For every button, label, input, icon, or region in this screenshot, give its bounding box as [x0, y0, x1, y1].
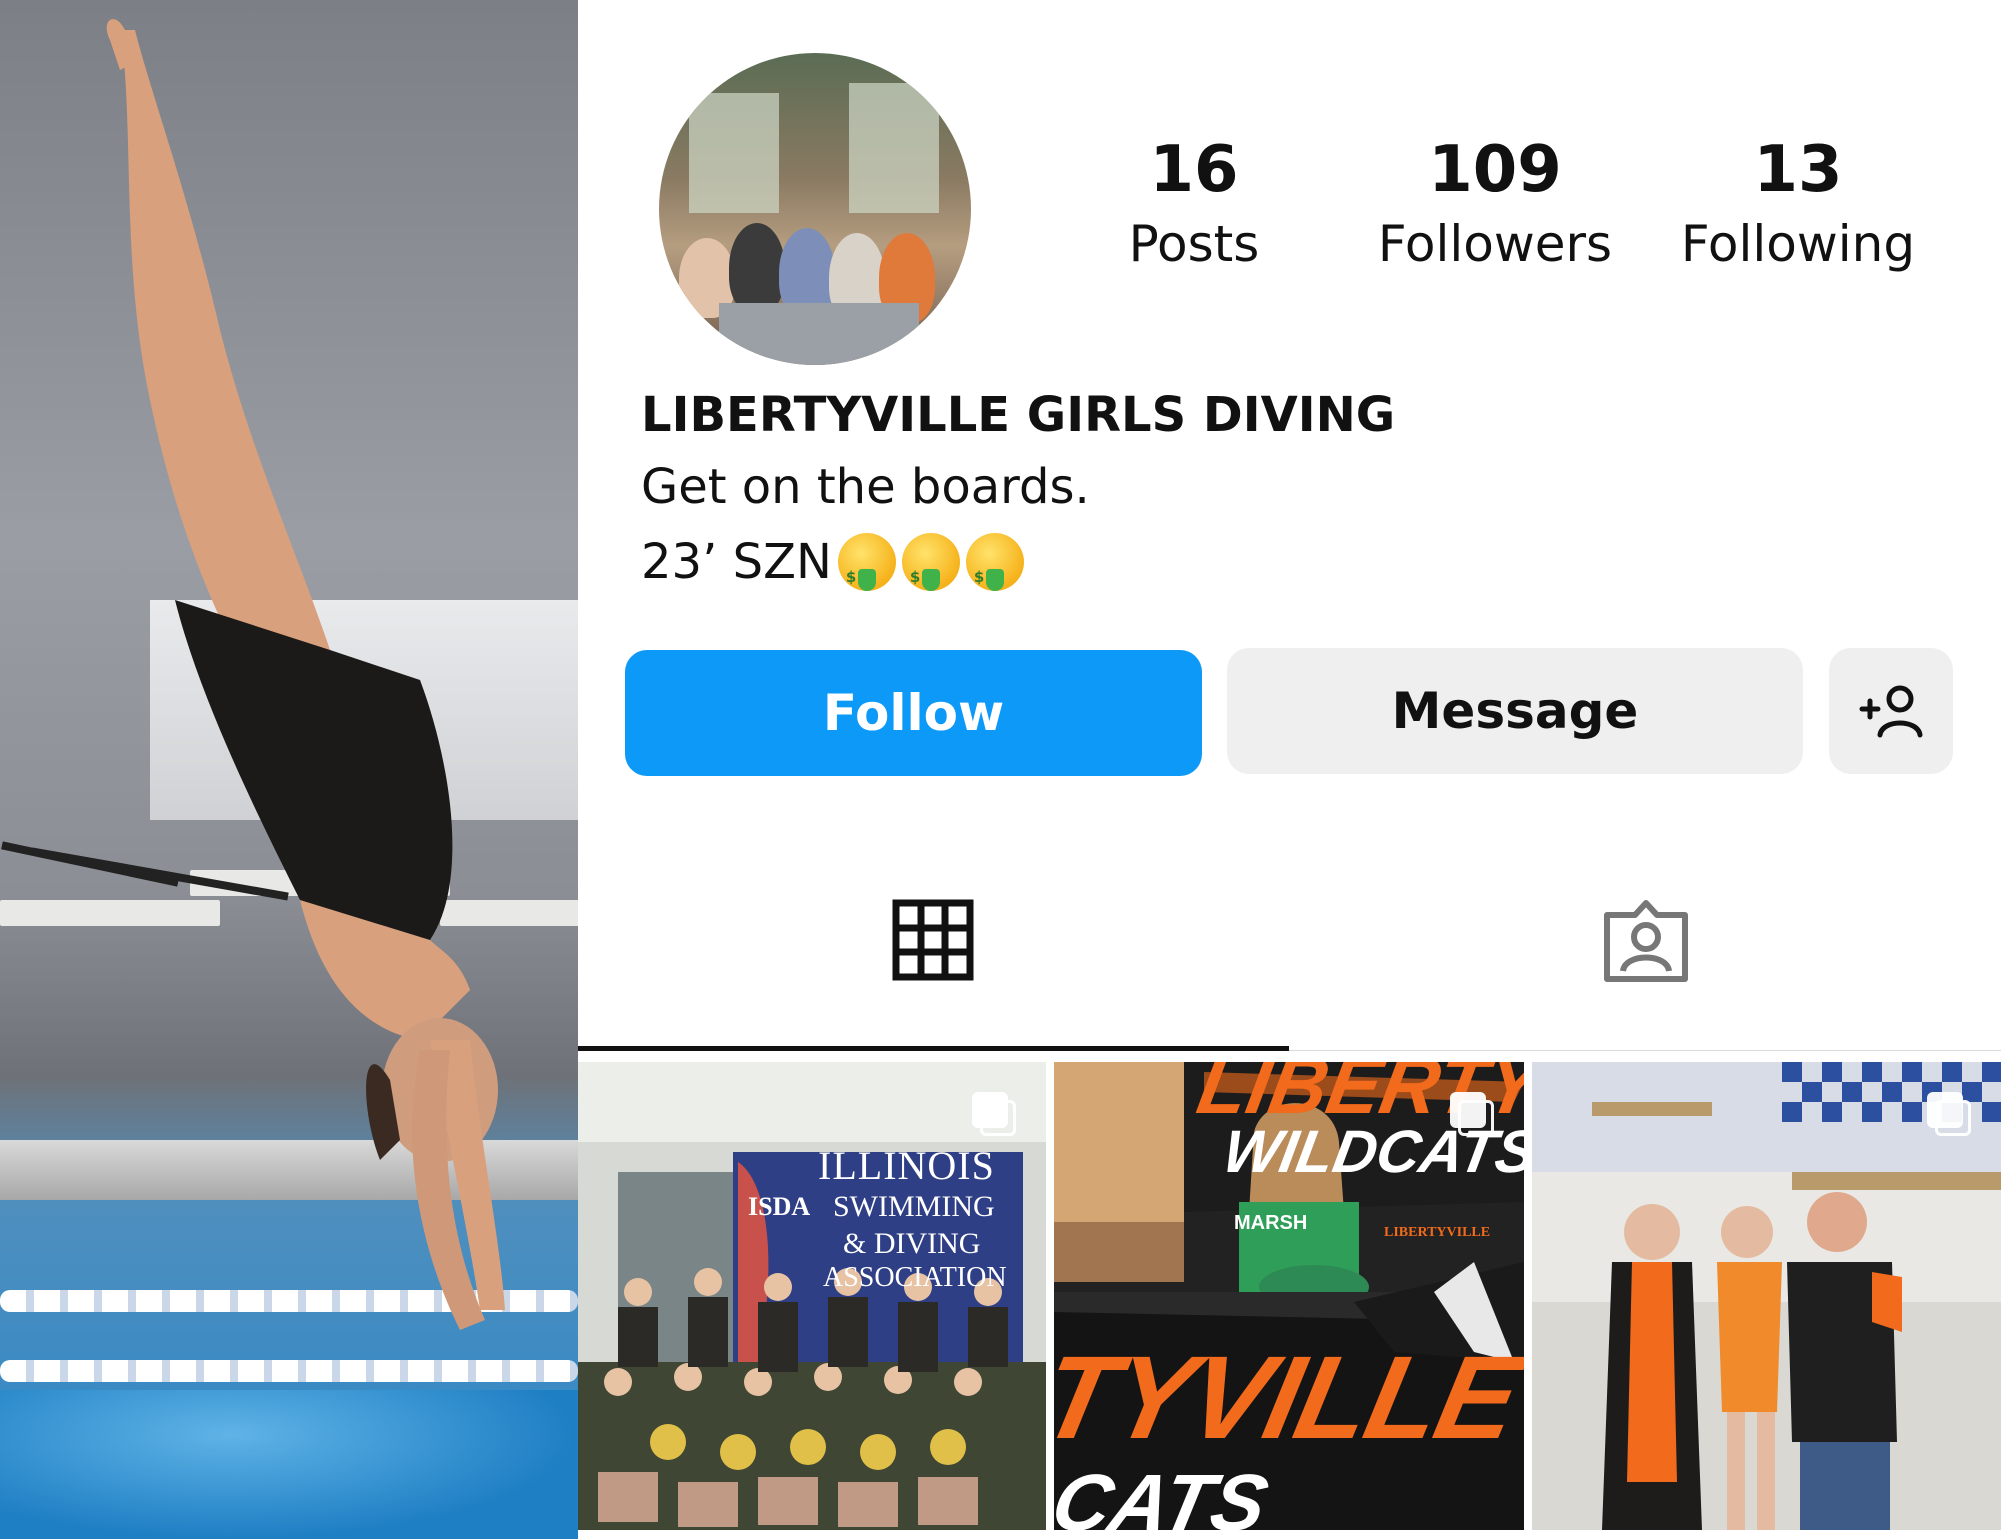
following-stat[interactable]: 13 Following	[1668, 130, 1928, 276]
post-tile[interactable]: ILLINOIS SWIMMING & DIVING ASSOCIATION I…	[578, 1062, 1046, 1530]
shirt-text: MARSH	[1234, 1212, 1308, 1234]
avatar-window	[689, 93, 779, 213]
tab-selected-indicator	[578, 1046, 1289, 1051]
grid-icon	[892, 899, 974, 981]
money-mouth-face-icon	[965, 533, 1024, 609]
avatar-floor	[719, 303, 919, 365]
bio-season-text: 23’ SZN	[641, 534, 832, 590]
tab-posts-grid[interactable]	[873, 880, 993, 1000]
add-person-button[interactable]	[1829, 648, 1953, 774]
banner-diving: & DIVING	[843, 1227, 981, 1260]
table-banner-text: TYVILLE	[1054, 1332, 1524, 1464]
banner-illinois: ILLINOIS	[818, 1143, 995, 1188]
hat-text: LIBERTYVILLE	[1384, 1225, 1491, 1240]
post-tile[interactable]: LIBERTYV WILDCATS MARSH LIBERTYVILLE TYV…	[1054, 1062, 1524, 1530]
followers-label: Followers	[1377, 215, 1613, 273]
carousel-icon	[1927, 1092, 1971, 1136]
money-mouth-face-icon	[901, 533, 960, 609]
posts-count: 16	[1149, 133, 1239, 207]
banner-association: ASSOCIATION	[823, 1262, 1007, 1293]
diver-figure	[106, 19, 505, 1330]
carousel-icon	[972, 1092, 1016, 1136]
posts-label: Posts	[1128, 215, 1260, 273]
profile-name: LIBERTYVILLE GIRLS DIVING	[641, 387, 1396, 443]
carousel-icon	[1450, 1092, 1494, 1136]
table-banner-sub: CATS	[1054, 1458, 1276, 1530]
followers-stat[interactable]: 109 Followers	[1365, 130, 1625, 276]
followers-count: 109	[1428, 133, 1562, 207]
post-tile[interactable]: 71	[1532, 1062, 2001, 1530]
message-button[interactable]: Message	[1227, 648, 1803, 774]
follow-button[interactable]: Follow	[625, 650, 1202, 776]
isda-logo: ISDA	[748, 1192, 811, 1221]
bio-line-season: 23’ SZN	[641, 530, 1024, 609]
avatar-person	[729, 223, 785, 313]
message-button-label: Message	[1391, 682, 1639, 740]
banner-swimming: SWIMMING	[833, 1190, 995, 1223]
tagged-person-icon	[1604, 900, 1688, 982]
add-person-icon	[1859, 685, 1923, 738]
suit-number: 71	[1636, 1330, 1654, 1347]
avatar-window	[849, 83, 939, 213]
tab-tagged[interactable]	[1586, 880, 1706, 1000]
follow-button-label: Follow	[822, 684, 1005, 742]
diver-photo	[0, 0, 578, 1539]
bio-line: Get on the boards.	[641, 459, 1090, 515]
following-count: 13	[1753, 133, 1843, 207]
profile-avatar[interactable]	[659, 53, 971, 365]
posts-stat[interactable]: 16 Posts	[1064, 130, 1324, 276]
money-mouth-face-icon	[837, 533, 896, 609]
following-label: Following	[1680, 215, 1916, 273]
